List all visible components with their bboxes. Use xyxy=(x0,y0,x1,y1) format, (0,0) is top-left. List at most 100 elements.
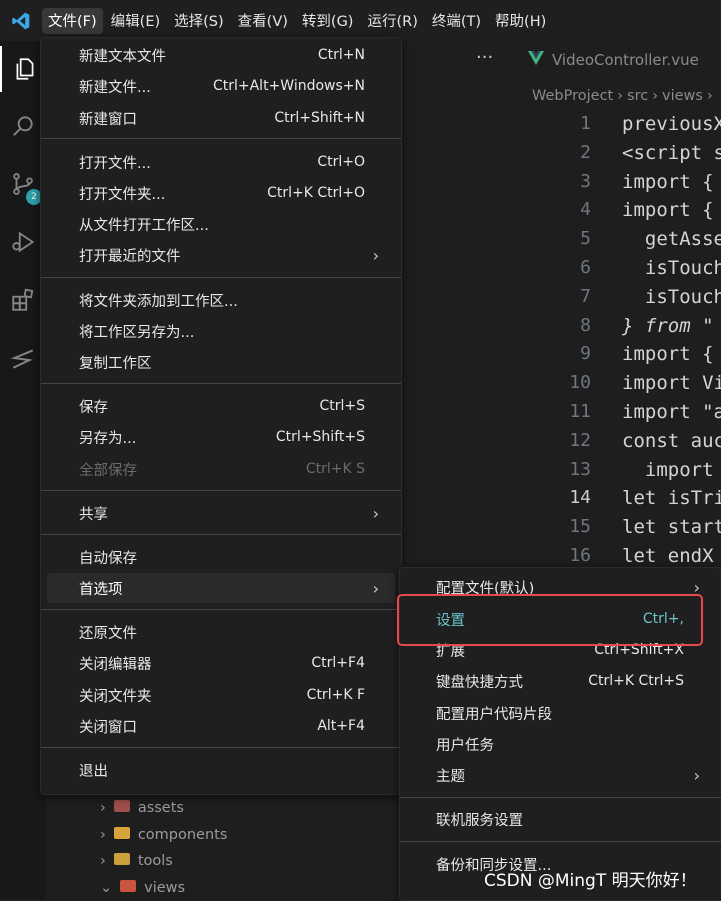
line-number: 2 xyxy=(560,139,591,168)
code-text: let isTri xyxy=(622,484,721,513)
tree-folder-assets[interactable]: › assets xyxy=(100,795,227,822)
breadcrumb-separator: › xyxy=(707,88,713,104)
line-number: 11 xyxy=(560,398,591,427)
menu-item-revert-file[interactable]: 还原文件 xyxy=(47,617,395,647)
menu-item-shortcut: Ctrl+Shift+S xyxy=(276,429,365,445)
menu-item-save-as[interactable]: 另存为... Ctrl+Shift+S xyxy=(47,422,395,452)
menu-item-label: 另存为... xyxy=(79,427,136,448)
menu-separator xyxy=(41,609,401,610)
menu-item-shortcut: Ctrl+K F xyxy=(307,687,365,703)
code-line: 12const auc xyxy=(560,427,721,456)
menu-item-label: 复制工作区 xyxy=(79,352,152,373)
menu-item-open-workspace[interactable]: 从文件打开工作区... xyxy=(47,209,395,239)
views-folder-icon xyxy=(120,879,136,897)
menu-item-new-text-file[interactable]: 新建文本文件Ctrl+N xyxy=(47,40,395,70)
menu-item-keyboard-shortcuts[interactable]: 键盘快捷方式Ctrl+K Ctrl+S xyxy=(406,666,716,696)
menu-item-label: 用户任务 xyxy=(436,734,494,755)
menu-item-auto-save[interactable]: 自动保存 xyxy=(47,542,395,572)
code-text: import "a xyxy=(622,398,721,427)
menu-item-label: 将工作区另存为... xyxy=(79,321,194,342)
menu-item-label: 关闭窗口 xyxy=(79,716,137,737)
menu-item-user-snippets[interactable]: 配置用户代码片段 xyxy=(406,698,716,728)
code-line: 3import { xyxy=(560,168,721,197)
code-editor[interactable]: 1previousX 2<script s 3import { 4import … xyxy=(560,110,721,571)
code-text: isTouch xyxy=(622,283,721,312)
menu-item-label: 自动保存 xyxy=(79,547,137,568)
menu-item-label: 共享 xyxy=(79,503,108,524)
menu-item-label: 关闭文件夹 xyxy=(79,685,152,706)
menu-item-add-folder-to-workspace[interactable]: 将文件夹添加到工作区... xyxy=(47,285,395,315)
menu-item-exit[interactable]: 退出 xyxy=(47,755,395,785)
line-number: 13 xyxy=(560,456,591,485)
menu-item-user-tasks[interactable]: 用户任务 xyxy=(406,729,716,759)
tree-folder-components[interactable]: › components xyxy=(100,822,227,849)
breadcrumb-item[interactable]: views xyxy=(662,88,703,104)
menu-item-duplicate-workspace[interactable]: 复制工作区 xyxy=(47,347,395,377)
code-text: import { xyxy=(622,196,714,225)
menu-item-save-workspace-as[interactable]: 将工作区另存为... xyxy=(47,316,395,346)
menu-separator xyxy=(41,277,401,278)
menu-selection[interactable]: 选择(S) xyxy=(168,8,230,34)
menu-terminal[interactable]: 终端(T) xyxy=(426,8,487,34)
menu-item-label: 还原文件 xyxy=(79,622,137,643)
editor-tab[interactable]: VideoController.vue xyxy=(528,51,699,69)
chevron-down-icon: ⌄ xyxy=(100,880,112,896)
menu-go[interactable]: 转到(G) xyxy=(296,8,360,34)
code-line: 11 import "a xyxy=(560,398,721,427)
breadcrumb-item[interactable]: src xyxy=(627,88,648,104)
menu-item-label: 新建窗口 xyxy=(79,108,137,129)
menu-item-label: 首选项 xyxy=(79,578,123,599)
menu-item-close-folder[interactable]: 关闭文件夹 Ctrl+K F xyxy=(47,680,395,710)
menu-item-open-folder[interactable]: 打开文件夹...Ctrl+K Ctrl+O xyxy=(47,178,395,208)
menu-item-preferences[interactable]: 首选项 › xyxy=(47,573,395,603)
menu-help[interactable]: 帮助(H) xyxy=(489,8,552,34)
code-line: 2<script s xyxy=(560,139,721,168)
code-line: 6 isTouch xyxy=(560,254,721,283)
code-line: 13 import xyxy=(560,456,721,485)
watermark-text: CSDN @MingT 明天你好！ xyxy=(484,866,697,891)
menu-item-share[interactable]: 共享 › xyxy=(47,498,395,528)
components-folder-icon xyxy=(114,826,130,844)
breadcrumb-item[interactable]: WebProject xyxy=(532,88,613,104)
tree-folder-tools[interactable]: › tools xyxy=(100,848,227,875)
menu-item-label: 保存 xyxy=(79,396,108,417)
menu-item-label: 联机服务设置 xyxy=(436,809,523,830)
tools-folder-icon xyxy=(114,852,130,870)
menu-item-close-editor[interactable]: 关闭编辑器Ctrl+F4 xyxy=(47,648,395,678)
menu-item-open-recent[interactable]: 打开最近的文件› xyxy=(47,240,395,270)
menu-item-close-window[interactable]: 关闭窗口Alt+F4 xyxy=(47,711,395,741)
code-line: 8} from " xyxy=(560,312,721,341)
menu-item-online-services[interactable]: 联机服务设置 xyxy=(406,804,716,834)
menu-file[interactable]: 文件(F) xyxy=(42,8,103,34)
menu-item-shortcut: Ctrl+Shift+N xyxy=(274,110,365,126)
line-number: 7 xyxy=(560,283,591,312)
line-number: 12 xyxy=(560,427,591,456)
menu-item-theme[interactable]: 主题› xyxy=(406,760,716,790)
menu-item-open-file[interactable]: 打开文件...Ctrl+O xyxy=(47,147,395,177)
menu-separator xyxy=(41,138,401,139)
code-text: import xyxy=(622,456,714,485)
more-actions-icon[interactable]: ··· xyxy=(476,47,493,68)
menu-item-save[interactable]: 保存Ctrl+S xyxy=(47,391,395,421)
menu-separator xyxy=(41,534,401,535)
code-line: 7 isTouch xyxy=(560,283,721,312)
chevron-right-icon: › xyxy=(373,504,379,523)
tree-folder-views[interactable]: ⌄ views xyxy=(100,875,227,901)
code-text: import { xyxy=(622,340,714,369)
menu-run[interactable]: 运行(R) xyxy=(361,8,423,34)
explorer-tree: › assets › components › tools ⌄ views xyxy=(100,795,227,901)
code-line: 14 let isTri xyxy=(560,484,721,513)
chevron-right-icon: › xyxy=(373,579,379,598)
line-number: 9 xyxy=(560,340,591,369)
menu-edit[interactable]: 编辑(E) xyxy=(105,8,166,34)
line-number: 14 xyxy=(560,484,591,513)
menu-item-shortcut: Ctrl+Alt+Windows+N xyxy=(213,78,365,94)
line-number: 5 xyxy=(560,225,591,254)
code-text: } from " xyxy=(622,312,714,341)
menu-item-new-window[interactable]: 新建窗口 Ctrl+Shift+N xyxy=(47,103,395,133)
code-line: 15let start xyxy=(560,513,721,542)
chevron-right-icon: › xyxy=(100,800,106,816)
menu-view[interactable]: 查看(V) xyxy=(232,8,294,34)
file-menu: 新建文本文件Ctrl+N 新建文件...Ctrl+Alt+Windows+N 新… xyxy=(40,37,402,795)
menu-item-new-file[interactable]: 新建文件...Ctrl+Alt+Windows+N xyxy=(47,71,395,101)
